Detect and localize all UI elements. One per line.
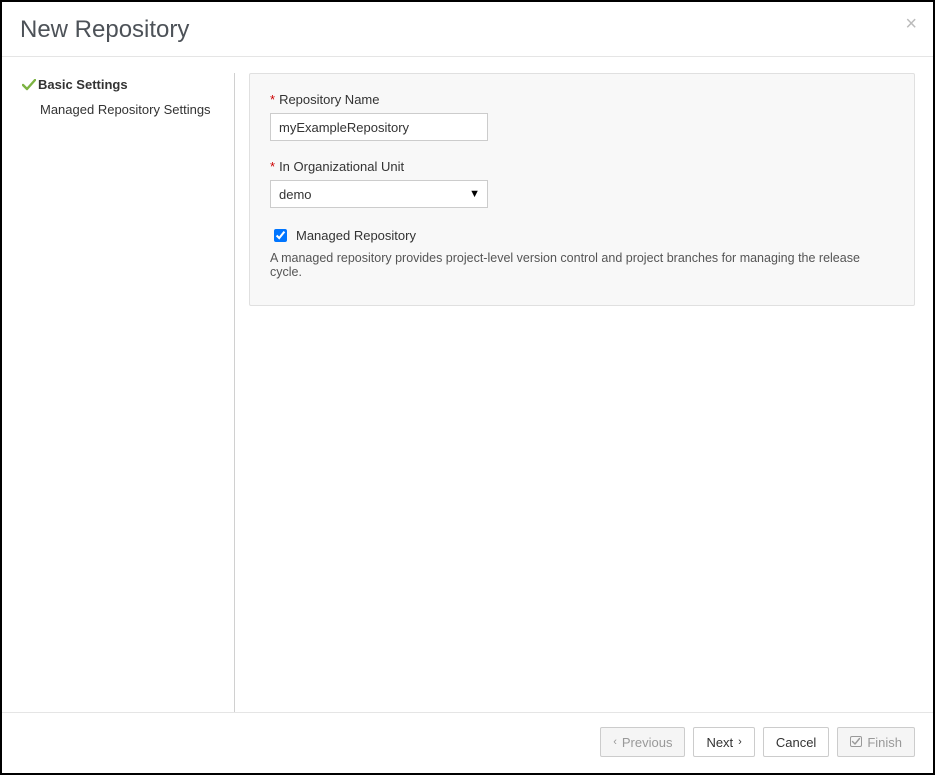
modal-body: Basic Settings Managed Repository Settin… xyxy=(2,57,933,712)
managed-help-text: A managed repository provides project-le… xyxy=(270,251,894,279)
managed-checkbox[interactable] xyxy=(274,229,287,242)
wizard-sidebar: Basic Settings Managed Repository Settin… xyxy=(20,73,235,712)
managed-checkbox-label: Managed Repository xyxy=(296,228,416,243)
org-unit-select-wrap: demo ▼ xyxy=(270,180,488,208)
form-panel: *Repository Name *In Organizational Unit… xyxy=(249,73,915,306)
wizard-step-label: Basic Settings xyxy=(38,77,128,92)
modal-title: New Repository xyxy=(20,16,915,44)
repo-name-input[interactable] xyxy=(270,113,488,141)
modal-header: New Repository × xyxy=(2,2,933,57)
chevron-left-icon: ‹ xyxy=(613,737,617,748)
wizard-step-managed-settings[interactable]: Managed Repository Settings xyxy=(20,98,228,121)
org-unit-label: *In Organizational Unit xyxy=(270,159,894,174)
org-unit-select[interactable]: demo xyxy=(270,180,488,208)
previous-button[interactable]: ‹ Previous xyxy=(600,727,685,757)
required-asterisk-icon: * xyxy=(270,159,275,174)
wizard-step-label: Managed Repository Settings xyxy=(40,102,211,117)
finish-check-icon xyxy=(850,736,862,749)
form-group-org-unit: *In Organizational Unit demo ▼ xyxy=(270,159,894,208)
form-group-repo-name: *Repository Name xyxy=(270,92,894,141)
managed-checkbox-row: Managed Repository xyxy=(270,226,894,245)
content-pane: *Repository Name *In Organizational Unit… xyxy=(235,73,915,712)
close-icon[interactable]: × xyxy=(905,14,917,34)
required-asterisk-icon: * xyxy=(270,92,275,107)
next-button[interactable]: Next › xyxy=(693,727,754,757)
form-group-managed: Managed Repository A managed repository … xyxy=(270,226,894,279)
repo-name-label: *Repository Name xyxy=(270,92,894,107)
modal-footer: ‹ Previous Next › Cancel Finish xyxy=(2,712,933,773)
wizard-step-basic-settings[interactable]: Basic Settings xyxy=(20,73,228,96)
finish-button[interactable]: Finish xyxy=(837,727,915,757)
chevron-right-icon: › xyxy=(738,737,742,748)
cancel-button[interactable]: Cancel xyxy=(763,727,829,757)
checkmark-icon xyxy=(20,79,38,91)
